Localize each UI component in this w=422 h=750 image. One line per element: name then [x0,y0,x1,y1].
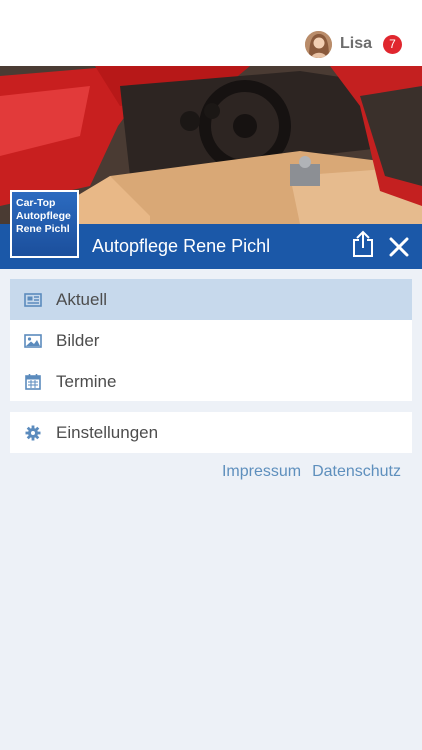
business-logo: Car-Top Autopflege Rene Pichl [10,190,79,258]
logo-line-3: Rene Pichl [16,223,70,235]
close-button[interactable] [388,236,410,258]
share-icon [353,230,373,257]
menu-item-label: Aktuell [56,289,108,309]
menu-item-aktuell[interactable]: Aktuell [10,279,412,320]
user-menu[interactable]: Lisa 7 [304,30,402,58]
menu-item-label: Bilder [56,330,100,350]
share-button[interactable] [351,230,375,258]
logo-line-2: Autopflege [16,210,71,222]
top-bar: Lisa 7 [0,0,422,66]
gear-icon [24,424,42,442]
menu-item-label: Termine [56,371,117,391]
image-icon [24,332,42,350]
newspaper-icon [24,291,42,309]
user-name[interactable]: Lisa [340,35,372,53]
logo-line-1: Car-Top [16,197,56,209]
footer-links: Impressum Datenschutz [222,463,401,481]
impressum-link[interactable]: Impressum [222,463,301,481]
menu-item-bilder[interactable]: Bilder [10,320,412,361]
close-icon [389,237,409,257]
notification-badge[interactable]: 7 [383,34,402,54]
menu-item-termine[interactable]: Termine [10,361,412,402]
user-avatar[interactable] [304,30,332,58]
business-title: Autopflege Rene Pichl [92,236,271,256]
settings-menu: Einstellungen [10,412,412,453]
menu-item-einstellungen[interactable]: Einstellungen [10,412,412,453]
calendar-icon [24,373,42,391]
menu-item-label: Einstellungen [56,422,159,442]
main-menu: Aktuell Bilder Termine [10,279,412,401]
datenschutz-link[interactable]: Datenschutz [312,463,401,481]
